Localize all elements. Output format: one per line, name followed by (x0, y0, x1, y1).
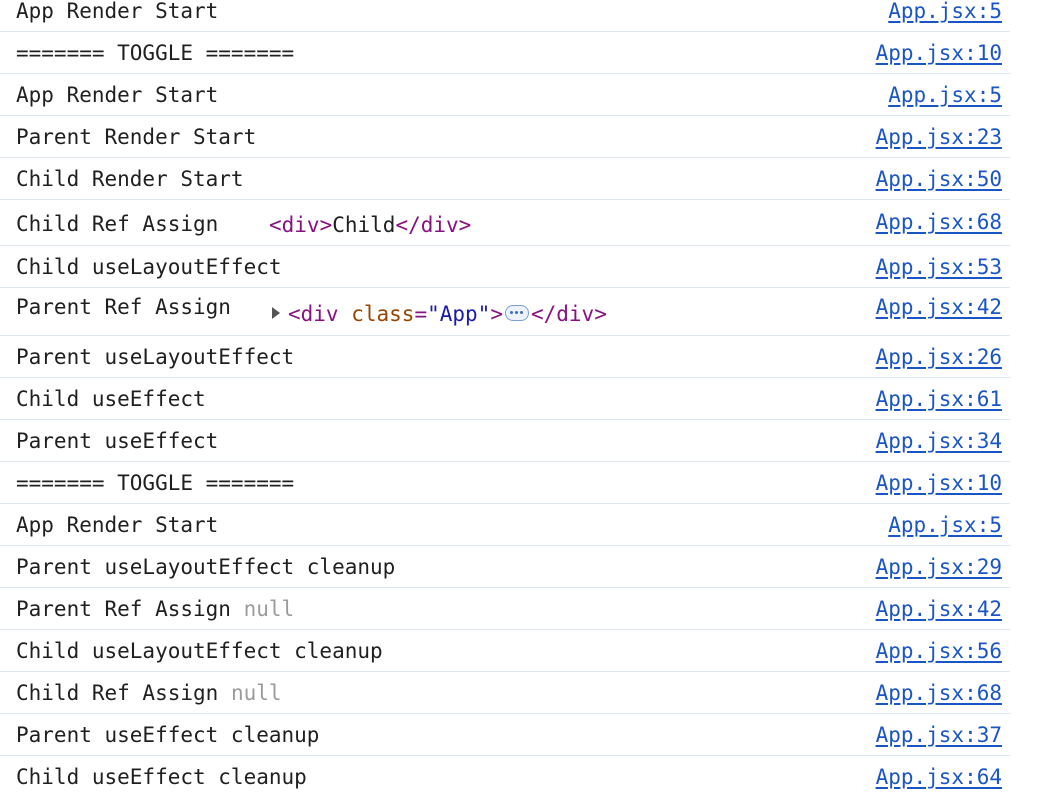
null-value: null (243, 596, 295, 621)
console-message: ======= TOGGLE ======= App.jsx:10 (0, 462, 1010, 504)
message-text: Child useEffect (16, 386, 206, 411)
dom-element-preview[interactable]: <div class="App"> </div> (272, 302, 607, 326)
source-link[interactable]: App.jsx:5 (888, 0, 1002, 23)
message-text: Child useLayoutEffect cleanup (16, 638, 383, 663)
source-link[interactable]: App.jsx:5 (888, 83, 1002, 107)
source-link[interactable]: App.jsx:26 (876, 345, 1002, 369)
console-message: ======= TOGGLE ======= App.jsx:10 (0, 32, 1010, 74)
source-link[interactable]: App.jsx:10 (876, 471, 1002, 495)
dom-element-preview[interactable]: <div>Child</div> (269, 213, 471, 237)
console-message: App Render Start App.jsx:5 (0, 0, 1010, 32)
console-message: Child useEffect App.jsx:61 (0, 378, 1010, 420)
message-text: ======= TOGGLE ======= (16, 470, 295, 495)
message-text: Parent Ref Assign (16, 295, 231, 319)
message-label: Child Ref Assign (16, 680, 219, 705)
source-link[interactable]: App.jsx:64 (876, 765, 1002, 789)
console-message: Parent useLayoutEffect cleanup App.jsx:2… (0, 546, 1010, 588)
console-message: App Render Start App.jsx:5 (0, 504, 1010, 546)
source-link[interactable]: App.jsx:53 (876, 255, 1002, 279)
open-tag-end: > (490, 302, 503, 326)
element-content: Child (332, 213, 396, 237)
message-text: Child Ref Assign null (16, 681, 282, 705)
message-text: Child Ref Assign (16, 212, 219, 236)
message-text: Parent useEffect (16, 428, 219, 453)
message-text: Parent useEffect cleanup (16, 722, 320, 747)
message-text: Parent Ref Assign null (16, 597, 294, 621)
attr-value: "App" (427, 302, 491, 326)
open-tag-start: <div (288, 302, 339, 326)
message-text: Parent Render Start (16, 124, 257, 149)
attr-name: class (351, 302, 415, 326)
ellipsis-icon[interactable] (504, 305, 529, 321)
console-message: App Render Start App.jsx:5 (0, 74, 1010, 116)
console-message: Parent useLayoutEffect App.jsx:26 (0, 336, 1010, 378)
console-message: Child Ref Assign <div>Child</div> App.js… (0, 200, 1010, 246)
message-text: App Render Start (16, 0, 219, 23)
message-text: Parent useLayoutEffect (16, 344, 295, 369)
message-text: Child useEffect cleanup (16, 764, 307, 789)
message-text: ======= TOGGLE ======= (16, 40, 295, 65)
console-message: Parent Ref Assign <div class="App"> </div… (0, 288, 1010, 336)
source-link[interactable]: App.jsx:42 (876, 295, 1002, 319)
console-message: Parent useEffect App.jsx:34 (0, 420, 1010, 462)
console-message: Child useLayoutEffect App.jsx:53 (0, 246, 1010, 288)
source-link[interactable]: App.jsx:10 (876, 41, 1002, 65)
open-tag: <div> (269, 213, 333, 237)
console-message: Child useEffect cleanup App.jsx:64 (0, 756, 1010, 797)
console-message: Child Ref Assign null App.jsx:68 (0, 672, 1010, 714)
message-text: App Render Start (16, 512, 219, 537)
source-link[interactable]: App.jsx:68 (876, 681, 1002, 705)
console-message: Parent useEffect cleanup App.jsx:37 (0, 714, 1010, 756)
close-tag: </div> (530, 302, 607, 326)
close-tag: </div> (395, 213, 472, 237)
source-link[interactable]: App.jsx:50 (876, 167, 1002, 191)
message-text: Parent useLayoutEffect cleanup (16, 554, 396, 579)
expand-triangle-icon[interactable] (272, 307, 280, 319)
console-message: Parent Ref Assign null App.jsx:42 (0, 588, 1010, 630)
message-text: Child Render Start (16, 166, 244, 191)
source-link[interactable]: App.jsx:56 (876, 639, 1002, 663)
console-message: Child useLayoutEffect cleanup App.jsx:56 (0, 630, 1010, 672)
message-text: Child useLayoutEffect (16, 254, 282, 279)
source-link[interactable]: App.jsx:29 (876, 555, 1002, 579)
console-log-list: App Render Start App.jsx:5 ======= TOGGL… (0, 0, 1010, 797)
null-value: null (230, 680, 282, 705)
attr-equals: = (414, 302, 428, 326)
source-link[interactable]: App.jsx:42 (876, 597, 1002, 621)
source-link[interactable]: App.jsx:5 (888, 513, 1002, 537)
source-link[interactable]: App.jsx:37 (876, 723, 1002, 747)
source-link[interactable]: App.jsx:68 (876, 210, 1002, 234)
message-text: App Render Start (16, 82, 219, 107)
message-label: Parent Ref Assign (16, 596, 231, 621)
console-message: Parent Render Start App.jsx:23 (0, 116, 1010, 158)
source-link[interactable]: App.jsx:34 (876, 429, 1002, 453)
source-link[interactable]: App.jsx:23 (876, 125, 1002, 149)
source-link[interactable]: App.jsx:61 (876, 387, 1002, 411)
console-message: Child Render Start App.jsx:50 (0, 158, 1010, 200)
